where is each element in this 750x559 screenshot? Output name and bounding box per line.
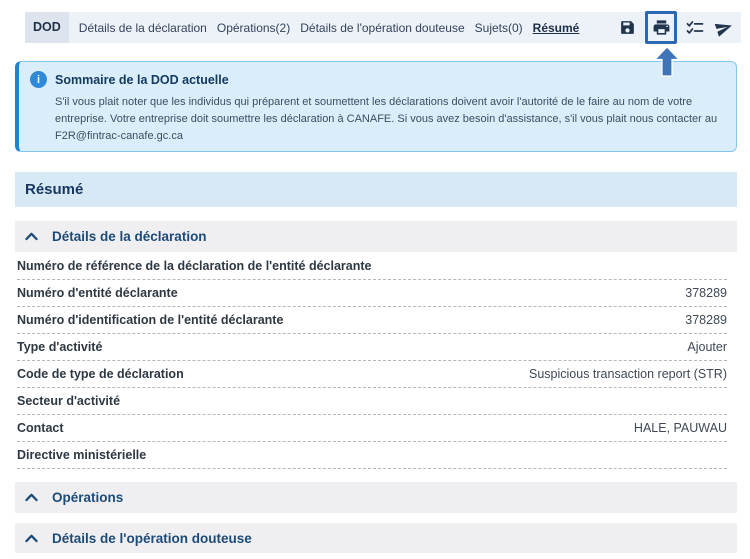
section-header-operation-douteuse[interactable]: Détails de l'opération douteuse [15, 523, 737, 553]
tab-operations[interactable]: Opérations(2) [217, 21, 290, 35]
section-header-details-declaration[interactable]: Détails de la déclaration [15, 221, 737, 252]
table-row: Numéro d'entité déclarante 378289 [17, 280, 727, 307]
tab-details-declaration[interactable]: Détails de la déclaration [79, 21, 207, 35]
info-banner-body: S'il vous plait noter que les individus … [55, 96, 718, 143]
checklist-icon [686, 19, 704, 37]
row-label: Numéro de référence de la déclaration de… [17, 259, 372, 273]
toolbar-actions [616, 11, 735, 44]
checklist-button[interactable] [684, 17, 706, 39]
row-label: Numéro d'identification de l'entité décl… [17, 313, 284, 327]
declaration-summary-rows: Numéro de référence de la déclaration de… [17, 253, 727, 469]
send-button[interactable] [713, 17, 735, 39]
row-label: Directive ministérielle [17, 448, 147, 462]
page-title: Résumé [15, 172, 737, 207]
save-icon [619, 19, 636, 36]
info-icon: i [30, 71, 47, 88]
table-row: Contact HALE, PAUWAU [17, 415, 727, 442]
row-value: HALE, PAUWAU [633, 421, 727, 435]
section-title: Détails de la déclaration [52, 229, 207, 244]
section-title: Opérations [52, 490, 124, 505]
row-label: Numéro d'entité déclarante [17, 286, 178, 300]
save-button[interactable] [616, 17, 638, 39]
table-row: Numéro de référence de la déclaration de… [17, 253, 727, 280]
info-banner-title: Sommaire de la DOD actuelle [55, 72, 229, 87]
tab-dod[interactable]: DOD [25, 12, 69, 43]
table-row: Directive ministérielle [17, 442, 727, 469]
section-title: Détails de l'opération douteuse [52, 530, 252, 546]
print-pointer-arrow [653, 46, 681, 82]
tab-resume[interactable]: Résumé [533, 21, 580, 35]
print-icon [652, 18, 671, 37]
row-value: 378289 [685, 313, 727, 327]
send-icon [713, 16, 736, 39]
row-value: Suspicious transaction report (STR) [529, 367, 727, 381]
row-label: Code de type de déclaration [17, 367, 184, 381]
row-label: Type d'activité [17, 340, 103, 354]
tab-sujets[interactable]: Sujets(0) [475, 21, 523, 35]
row-label: Contact [17, 421, 64, 435]
table-row: Type d'activité Ajouter [17, 334, 727, 361]
table-row: Numéro d'identification de l'entité décl… [17, 307, 727, 334]
info-banner-header: i Sommaire de la DOD actuelle [30, 71, 722, 88]
section-header-operations[interactable]: Opérations [15, 482, 737, 513]
print-button[interactable] [645, 11, 677, 44]
table-row: Code de type de déclaration Suspicious t… [17, 361, 727, 388]
report-tab-bar: DOD Détails de la déclaration Opérations… [25, 11, 741, 44]
row-label: Secteur d'activité [17, 394, 121, 408]
row-value: 378289 [685, 286, 727, 300]
chevron-up-icon [25, 493, 38, 502]
table-row: Secteur d'activité [17, 388, 727, 415]
tab-details-operation-douteuse[interactable]: Détails de l'opération douteuse [300, 21, 464, 35]
row-value: Ajouter [687, 340, 727, 354]
chevron-up-icon [25, 232, 38, 241]
chevron-up-icon [25, 534, 38, 543]
info-banner: i Sommaire de la DOD actuelle S'il vous … [15, 61, 737, 152]
